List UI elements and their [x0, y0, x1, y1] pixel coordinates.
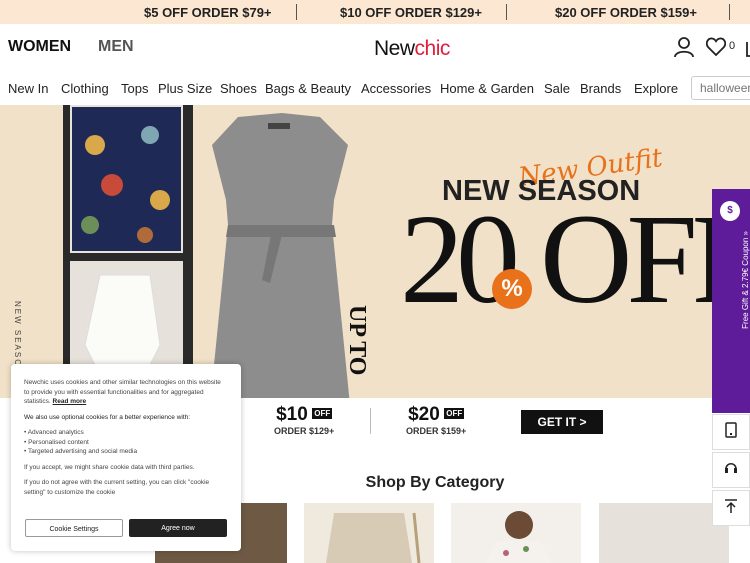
nav-home-garden[interactable]: Home & Garden — [440, 81, 534, 96]
coupon-10[interactable]: $10 OFF ORDER $129+ — [274, 404, 334, 436]
banner-up-to: UP TO — [344, 305, 370, 376]
nav-accessories[interactable]: Accessories — [361, 81, 431, 96]
coupon-20[interactable]: $20 OFF ORDER $159+ — [406, 404, 466, 436]
coupon-badge: $ — [720, 201, 740, 221]
nav-explore[interactable]: Explore — [634, 81, 678, 96]
nav-tops[interactable]: Tops — [121, 81, 148, 96]
logo-text-chic: chic — [414, 37, 451, 60]
arrow-up-icon — [724, 498, 738, 519]
nav-bags-beauty[interactable]: Bags & Beauty — [265, 81, 351, 96]
promo-divider — [506, 4, 507, 20]
women-tab[interactable]: WOMEN — [8, 38, 71, 56]
nav-clothing[interactable]: Clothing — [61, 81, 109, 96]
cookie-settings-button[interactable]: Cookie Settings — [25, 519, 123, 537]
category-card[interactable] — [451, 503, 581, 563]
cookie-optional-list: • Advanced analytics • Personalised cont… — [24, 428, 228, 457]
promo-offer-1[interactable]: $5 OFF ORDER $79+ — [144, 5, 272, 20]
headset-icon — [723, 460, 739, 481]
nav-brands[interactable]: Brands — [580, 81, 621, 96]
read-more-link[interactable]: Read more — [53, 398, 87, 405]
app-download-button[interactable] — [712, 414, 750, 450]
bag-icon[interactable] — [745, 36, 750, 63]
cookie-share-note: If you accept, we might share cookie dat… — [24, 463, 195, 471]
promo-bar: $5 OFF ORDER $79+ $10 OFF ORDER $129+ $2… — [0, 0, 750, 24]
nav-new-in[interactable]: New In — [8, 81, 48, 96]
coupon-divider — [370, 408, 371, 434]
get-it-button[interactable]: GET IT > — [521, 410, 603, 434]
promo-divider — [296, 4, 297, 20]
nav-plus-size[interactable]: Plus Size — [158, 81, 212, 96]
coupon-order: ORDER $129+ — [274, 426, 335, 436]
cookie-disagree-note: If you do not agree with the current set… — [24, 479, 210, 496]
category-image — [326, 512, 421, 563]
site-header: WOMEN MEN Newchic 0 — [0, 24, 750, 72]
nav-shoes[interactable]: Shoes — [220, 81, 257, 96]
free-gift-tab[interactable]: $ Free Gift & 2.79€ Coupon » — [712, 189, 750, 413]
logo-text-new: New — [374, 37, 415, 60]
main-nav: New In Clothing Tops Plus Size Shoes Bag… — [0, 72, 750, 105]
percent-badge: % — [492, 269, 532, 309]
cookie-optional-item: • Personalised content — [24, 438, 89, 446]
cookie-optional-title: We also use optional cookies for a bette… — [24, 413, 191, 421]
cookie-intro: Newchic uses cookies and other similar t… — [24, 378, 228, 407]
category-card[interactable] — [304, 503, 434, 563]
category-card[interactable] — [599, 503, 729, 563]
coupon-amount: $20 — [408, 404, 440, 425]
search-input[interactable] — [691, 76, 750, 100]
nav-sale[interactable]: Sale — [544, 81, 570, 96]
cookie-optional-item: • Targeted advertising and social media — [24, 448, 138, 455]
category-image — [486, 511, 551, 563]
banner-discount-number: 20 — [400, 188, 520, 330]
cookie-optional-item: • Advanced analytics — [24, 429, 84, 436]
user-icon[interactable] — [674, 36, 694, 63]
hero-banner[interactable]: NEW SEASON NEW OUTFIT /// New Outfit NEW… — [0, 105, 750, 405]
promo-divider — [729, 4, 730, 20]
coupon-order: ORDER $159+ — [406, 426, 467, 436]
newchic-logo[interactable]: Newchic — [374, 37, 450, 61]
coupon-amount: $10 — [276, 404, 308, 425]
agree-now-button[interactable]: Agree now — [129, 519, 227, 537]
promo-offer-2[interactable]: $10 OFF ORDER $129+ — [340, 5, 482, 20]
promo-offer-3[interactable]: $20 OFF ORDER $159+ — [555, 5, 697, 20]
cookie-consent-dialog: Newchic uses cookies and other similar t… — [11, 364, 241, 551]
coupon-off-label: OFF — [444, 408, 465, 419]
phone-icon — [725, 421, 737, 443]
men-tab[interactable]: MEN — [98, 38, 134, 56]
free-gift-label: Free Gift & 2.79€ Coupon » — [741, 231, 750, 329]
coupon-off-label: OFF — [312, 408, 333, 419]
back-to-top-button[interactable] — [712, 490, 750, 526]
heart-icon[interactable] — [705, 37, 727, 61]
customer-service-button[interactable] — [712, 452, 750, 488]
wishlist-count: 0 — [729, 40, 736, 52]
